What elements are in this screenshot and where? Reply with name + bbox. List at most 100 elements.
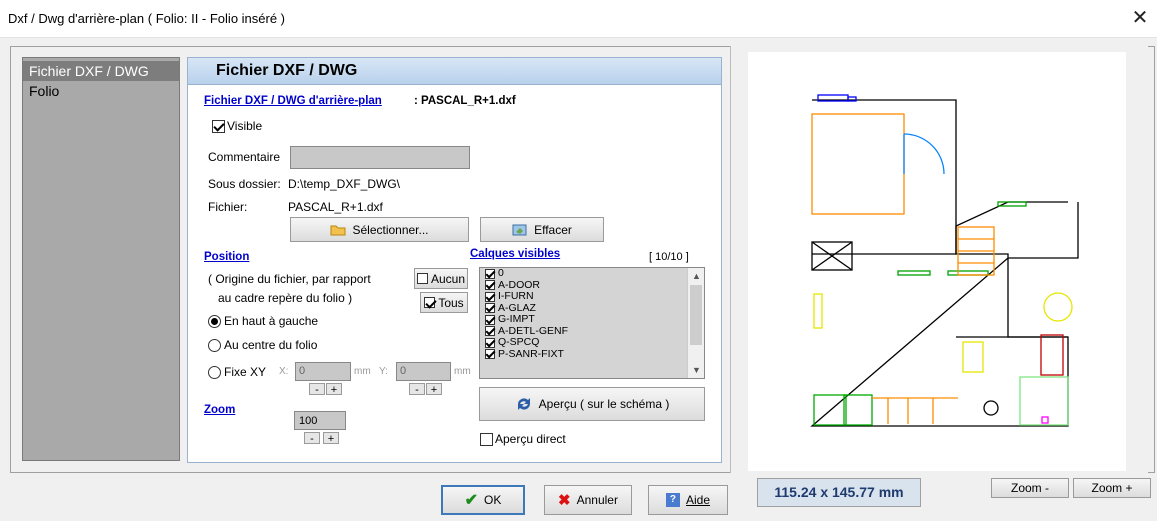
all-button[interactable]: Tous — [420, 292, 468, 313]
radio-center-label: Au centre du folio — [224, 338, 318, 352]
zoom-input[interactable]: 100 — [294, 411, 346, 430]
clear-button-label: Effacer — [534, 222, 572, 237]
sidebar-item-folio[interactable]: Folio — [23, 81, 179, 101]
layers-heading: Calques visibles — [470, 248, 561, 260]
zoom-out-button[interactable]: Zoom - — [991, 478, 1069, 498]
visible-label: Visible — [227, 119, 263, 133]
layer-row[interactable]: Q-SPCQ — [480, 337, 704, 349]
layer-checkbox[interactable] — [485, 268, 495, 279]
select-button[interactable]: Sélectionner... — [290, 217, 469, 242]
all-button-label: Tous — [438, 295, 464, 310]
direct-preview-checkbox[interactable] — [480, 432, 493, 446]
subfolder-value: D:\temp_DXF_DWG\ — [288, 177, 401, 191]
layer-row[interactable]: 0 — [480, 268, 704, 280]
scroll-thumb[interactable] — [690, 285, 702, 345]
window-title: Dxf / Dwg d'arrière-plan ( Folio: II - F… — [8, 11, 286, 26]
x-increment[interactable]: + — [326, 383, 342, 396]
none-button[interactable]: Aucun — [414, 268, 468, 289]
y-label: Y: — [379, 366, 388, 377]
layer-name: A-GLAZ — [498, 301, 536, 314]
floor-plan-preview[interactable] — [748, 52, 1126, 471]
layer-checkbox[interactable] — [485, 349, 495, 360]
direct-preview-label: Aperçu direct — [495, 432, 566, 446]
radio-fixed[interactable]: Fixe XY — [208, 365, 266, 379]
file-name: PASCAL_R+1.dxf — [288, 200, 383, 214]
radio-fixed-label: Fixe XY — [224, 365, 267, 379]
help-icon: ? — [665, 493, 680, 507]
origin-text-2: au cadre repère du folio ) — [218, 291, 353, 305]
visible-checkbox[interactable] — [212, 119, 225, 133]
y-decrement[interactable]: - — [409, 383, 425, 396]
sidebar: Fichier DXF / DWG Folio — [22, 57, 180, 461]
x-input[interactable]: 0 — [295, 362, 351, 381]
eraser-icon — [512, 224, 527, 235]
preview-button[interactable]: Aperçu ( sur le schéma ) — [479, 387, 705, 421]
scroll-up-icon[interactable]: ▲ — [688, 268, 704, 284]
checkmark-icon: ✔ — [464, 492, 479, 509]
help-button[interactable]: ? Aide — [648, 485, 728, 515]
subfolder-label: Sous dossier: — [208, 177, 281, 191]
y-increment[interactable]: + — [426, 383, 442, 396]
preview-button-label: Aperçu ( sur le schéma ) — [538, 397, 670, 411]
panel-header: Fichier DXF / DWG — [188, 58, 721, 85]
layer-checkbox[interactable] — [485, 303, 495, 314]
cross-icon: ✖ — [558, 492, 571, 509]
file-value: : PASCAL_R+1.dxf — [414, 95, 516, 107]
layer-name: A-DETL-GENF — [498, 324, 569, 337]
cancel-button-label: Annuler — [576, 493, 618, 507]
layer-checkbox[interactable] — [485, 280, 495, 291]
scroll-down-icon[interactable]: ▼ — [688, 362, 704, 378]
zoom-in-button[interactable]: Zoom + — [1073, 478, 1151, 498]
y-unit: mm — [454, 366, 471, 377]
layer-row[interactable]: P-SANR-FIXT — [480, 348, 704, 361]
main-panel: Fichier DXF / DWG Fichier DXF / DWG d'ar… — [187, 57, 722, 463]
direct-preview-option[interactable]: Aperçu direct — [480, 432, 566, 446]
layer-checkbox[interactable] — [485, 291, 495, 302]
layer-row[interactable]: I-FURN — [480, 291, 704, 303]
layers-count: [ 10/10 ] — [649, 251, 689, 263]
layer-checkbox[interactable] — [485, 314, 495, 325]
position-heading: Position — [204, 251, 250, 263]
layers-list[interactable]: 0 A-DOOR I-FURN A-GLAZ G-IMPT A-DETL-GEN… — [479, 267, 705, 379]
radio-top-left[interactable]: En haut à gauche — [208, 314, 318, 328]
zoom-decrement[interactable]: - — [304, 432, 320, 445]
clear-button[interactable]: Effacer — [480, 217, 604, 242]
layers-scrollbar[interactable]: ▲ ▼ — [687, 268, 704, 378]
close-icon[interactable]: ✕ — [1129, 7, 1151, 29]
cancel-button[interactable]: ✖ Annuler — [544, 485, 632, 515]
radio-top-left-label: En haut à gauche — [224, 314, 319, 328]
x-label: X: — [279, 366, 289, 377]
layer-name: I-FURN — [498, 290, 534, 303]
folder-icon — [330, 225, 346, 236]
layer-name: 0 — [498, 267, 504, 280]
layer-name: Q-SPCQ — [498, 336, 540, 349]
y-input[interactable]: 0 — [396, 362, 451, 381]
x-unit: mm — [354, 366, 371, 377]
x-decrement[interactable]: - — [309, 383, 325, 396]
visible-option[interactable]: Visible — [212, 119, 262, 133]
none-button-label: Aucun — [430, 271, 466, 286]
layer-checkbox[interactable] — [485, 337, 495, 348]
comment-input[interactable] — [290, 146, 470, 169]
radio-fixed-circle[interactable] — [208, 365, 221, 379]
ok-button[interactable]: ✔ OK — [441, 485, 525, 515]
file-link[interactable]: Fichier DXF / DWG d'arrière-plan — [204, 95, 382, 107]
radio-top-left-circle[interactable] — [208, 314, 221, 328]
layer-checkbox[interactable] — [485, 326, 495, 337]
refresh-icon — [517, 398, 530, 410]
all-checkbox-icon — [424, 297, 436, 308]
sidebar-item-dxf-dwg[interactable]: Fichier DXF / DWG — [23, 61, 179, 81]
layer-row[interactable]: G-IMPT — [480, 314, 704, 326]
comment-label: Commentaire — [208, 150, 281, 164]
floor-plan-drawing — [810, 94, 1079, 427]
radio-center-circle[interactable] — [208, 338, 221, 352]
file-label: Fichier: — [208, 200, 248, 214]
radio-center[interactable]: Au centre du folio — [208, 338, 317, 352]
select-button-label: Sélectionner... — [352, 222, 429, 237]
help-button-label: Aide — [685, 493, 711, 507]
zoom-increment[interactable]: + — [323, 432, 339, 445]
layer-name: G-IMPT — [498, 313, 535, 326]
title-bar: Dxf / Dwg d'arrière-plan ( Folio: II - F… — [0, 0, 1157, 38]
panel-title: Fichier DXF / DWG — [216, 62, 358, 79]
ok-button-label: OK — [484, 493, 502, 507]
